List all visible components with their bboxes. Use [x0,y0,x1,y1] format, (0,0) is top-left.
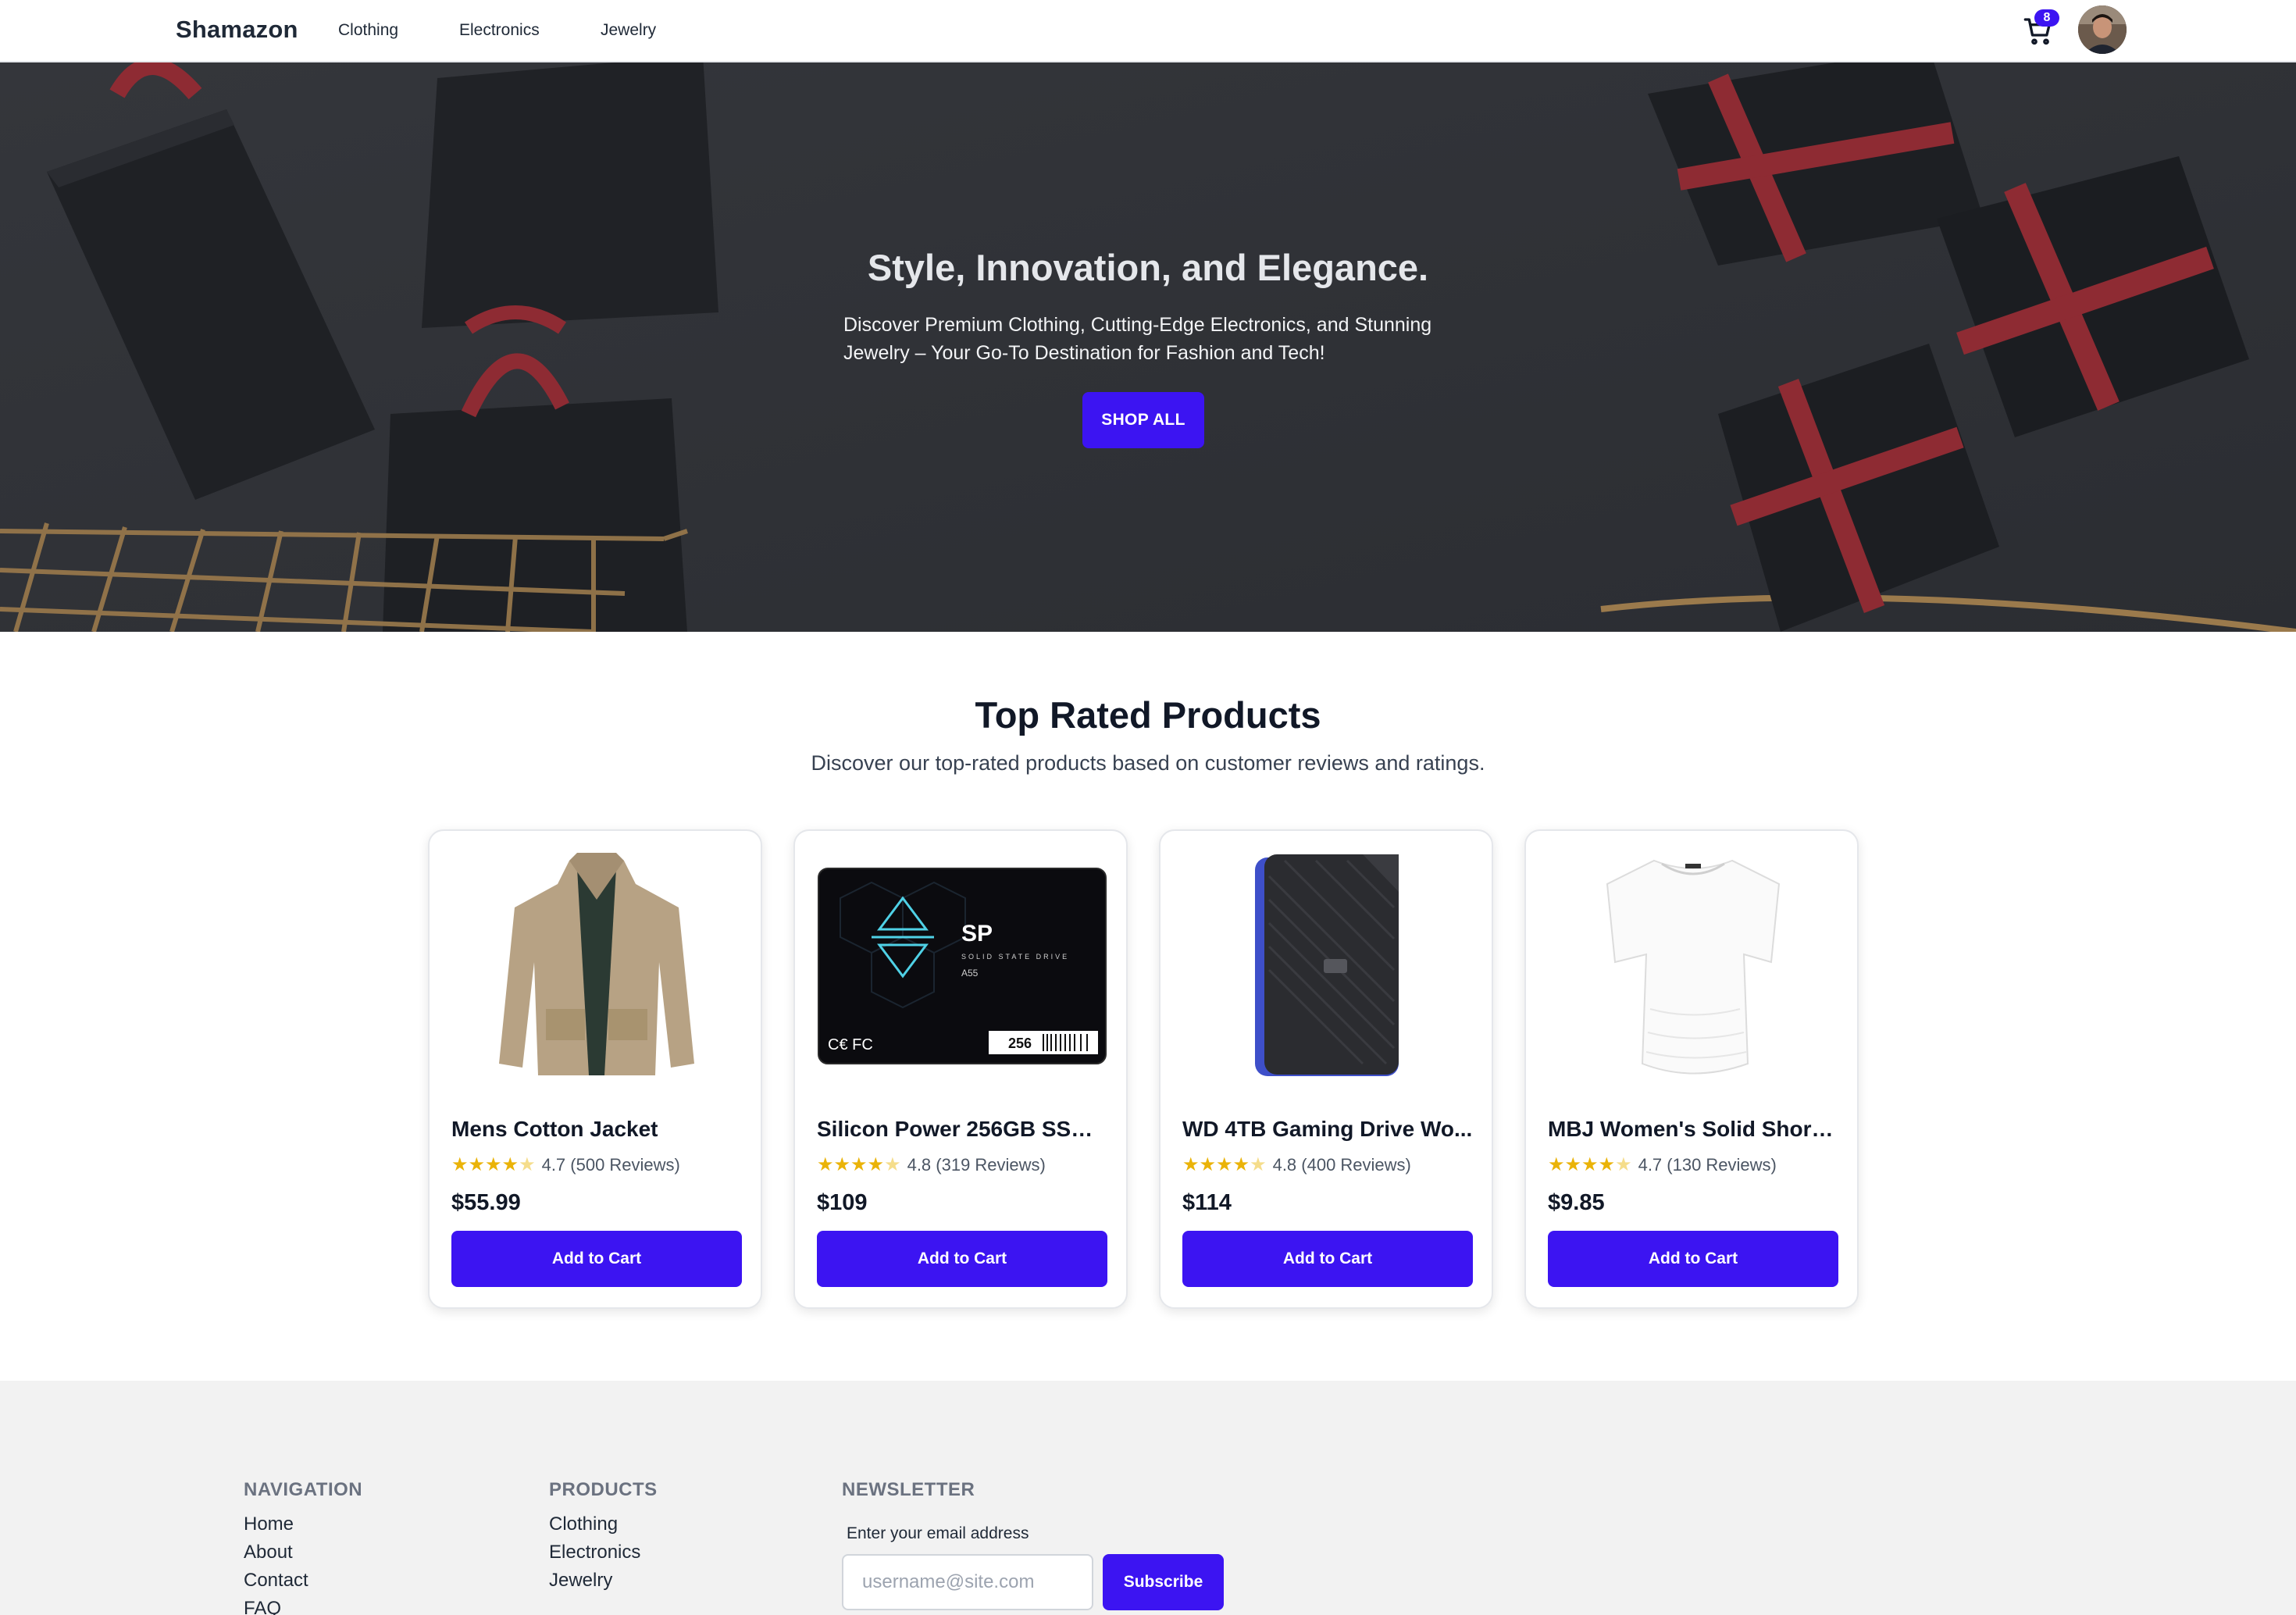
rating-text: 4.8 (319 Reviews) [907,1155,1046,1175]
hero-title: Style, Innovation, and Elegance. [867,247,1429,288]
tshirt-image[interactable] [1548,853,1838,1079]
nav-link-clothing[interactable]: Clothing [338,21,398,40]
rating-stars: ★ ★ ★ ★ ★ 4.8 (319 Reviews) [817,1154,1046,1176]
cart-count-badge: 8 [2034,9,2059,27]
user-avatar[interactable] [2078,5,2127,54]
footer-link-jewelry[interactable]: Jewelry [549,1570,612,1592]
star-icon: ★ [1216,1154,1233,1175]
product-name[interactable]: Mens Cotton Jacket [451,1117,742,1142]
add-to-cart-button[interactable]: Add to Cart [1548,1231,1838,1287]
star-icon: ★ [867,1154,885,1175]
star-icon: ★ [817,1154,834,1175]
nav-link-electronics[interactable]: Electronics [459,21,540,40]
top-rated-title: Top Rated Products [975,694,1321,736]
star-icon: ★ [1232,1154,1250,1175]
product-card[interactable]: Mens Cotton Jacket ★ ★ ★ ★ ★ 4.7 (500 Re… [428,829,762,1309]
rating-stars: ★ ★ ★ ★ ★ 4.7 (500 Reviews) [451,1154,680,1176]
star-icon: ★ [1548,1154,1565,1175]
footer-heading-newsletter: NEWSLETTER [842,1479,975,1500]
footer-link-electronics[interactable]: Electronics [549,1542,640,1563]
product-name[interactable]: Silicon Power 256GB SSD ... [817,1117,1107,1142]
svg-text:C€ FC: C€ FC [828,1036,873,1053]
top-navbar: Shamazon Clothing Electronics Jewelry 8 [0,0,2296,62]
newsletter-email-input[interactable] [842,1554,1093,1610]
rating-stars: ★ ★ ★ ★ ★ 4.7 (130 Reviews) [1548,1154,1777,1176]
add-to-cart-button[interactable]: Add to Cart [817,1231,1107,1287]
ssd-image[interactable]: SP SOLID STATE DRIVE A55 256 C€ FC [817,853,1107,1079]
site-footer: NAVIGATION Home About Contact FAQ PRODUC… [0,1381,2296,1615]
footer-link-about[interactable]: About [244,1542,293,1563]
footer-link-faq[interactable]: FAQ [244,1598,281,1615]
hero-banner: Style, Innovation, and Elegance. Discove… [0,62,2296,632]
star-icon: ★ [1250,1154,1267,1175]
product-name[interactable]: MBJ Women's Solid Short ... [1548,1117,1838,1142]
star-icon: ★ [884,1154,901,1175]
svg-text:SP: SP [961,921,993,947]
hard-drive-image[interactable] [1182,853,1473,1079]
footer-heading-navigation: NAVIGATION [244,1479,363,1500]
shop-all-button[interactable]: SHOP ALL [1082,392,1204,448]
subscribe-button[interactable]: Subscribe [1103,1554,1224,1610]
svg-text:SOLID STATE DRIVE: SOLID STATE DRIVE [961,953,1069,961]
rating-text: 4.7 (500 Reviews) [541,1155,680,1175]
star-icon: ★ [501,1154,519,1175]
svg-text:256: 256 [1008,1036,1032,1051]
nav-link-jewelry[interactable]: Jewelry [601,21,656,40]
jacket-image[interactable] [451,853,742,1079]
top-rated-subtitle: Discover our top-rated products based on… [811,751,1485,775]
rating-text: 4.7 (130 Reviews) [1638,1155,1777,1175]
product-price: $55.99 [451,1190,521,1215]
footer-link-contact[interactable]: Contact [244,1570,308,1592]
star-icon: ★ [1615,1154,1632,1175]
rating-text: 4.8 (400 Reviews) [1272,1155,1411,1175]
star-icon: ★ [519,1154,536,1175]
star-icon: ★ [1199,1154,1217,1175]
product-card[interactable]: WD 4TB Gaming Drive Wo... ★ ★ ★ ★ ★ 4.8 … [1159,829,1493,1309]
add-to-cart-button[interactable]: Add to Cart [451,1231,742,1287]
svg-text:A55: A55 [961,968,979,979]
footer-link-home[interactable]: Home [244,1513,294,1535]
star-icon: ★ [1581,1154,1599,1175]
footer-heading-products: PRODUCTS [549,1479,658,1500]
product-name[interactable]: WD 4TB Gaming Drive Wo... [1182,1117,1473,1142]
star-icon: ★ [1564,1154,1582,1175]
footer-link-clothing[interactable]: Clothing [549,1513,618,1535]
star-icon: ★ [1182,1154,1200,1175]
product-card[interactable]: SP SOLID STATE DRIVE A55 256 C€ FC Silic… [793,829,1128,1309]
product-price: $9.85 [1548,1190,1605,1215]
star-icon: ★ [468,1154,486,1175]
star-icon: ★ [850,1154,868,1175]
brand-logo[interactable]: Shamazon [176,16,298,44]
hero-subtitle: Discover Premium Clothing, Cutting-Edge … [843,314,1432,364]
product-card[interactable]: MBJ Women's Solid Short ... ★ ★ ★ ★ ★ 4.… [1524,829,1859,1309]
star-icon: ★ [451,1154,469,1175]
newsletter-label: Enter your email address [847,1524,1029,1542]
star-icon: ★ [485,1154,502,1175]
product-price: $109 [817,1190,868,1215]
star-icon: ★ [1598,1154,1616,1175]
rating-stars: ★ ★ ★ ★ ★ 4.8 (400 Reviews) [1182,1154,1411,1176]
star-icon: ★ [833,1154,851,1175]
product-price: $114 [1182,1190,1232,1215]
add-to-cart-button[interactable]: Add to Cart [1182,1231,1473,1287]
